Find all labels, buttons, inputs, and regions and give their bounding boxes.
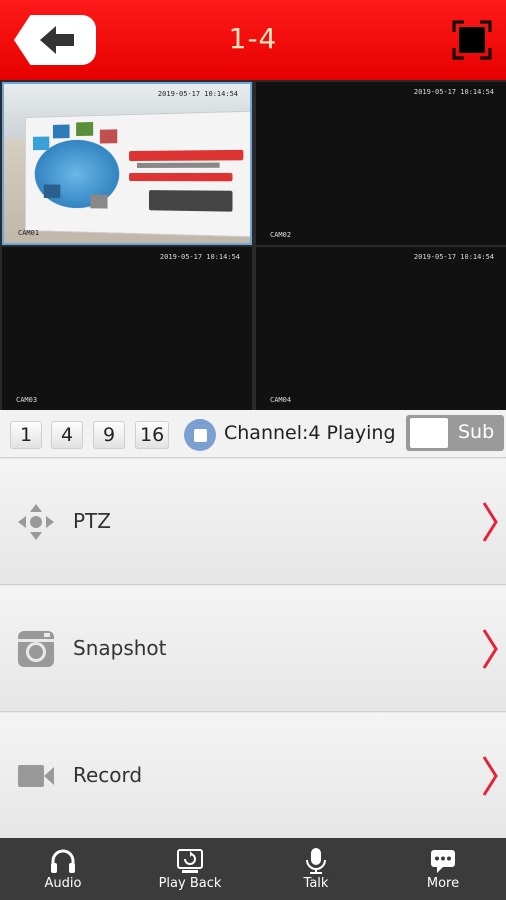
camera-name: CAM04 (270, 396, 292, 404)
ptz-directional-icon (18, 504, 54, 540)
camera-timestamp: 2019-05-17 10:14:54 (159, 253, 240, 261)
toggle-knob (410, 418, 448, 448)
tab-audio[interactable]: Audio (0, 838, 126, 900)
menu-item-label: PTZ (73, 509, 111, 533)
camera-timestamp: 2019-05-17 10:14:54 (413, 88, 494, 96)
chat-bubble-icon (431, 850, 455, 873)
chevron-right-icon (482, 629, 498, 669)
menu-item-snapshot[interactable]: Snapshot (0, 586, 506, 712)
chevron-right-icon (482, 756, 498, 796)
headphones-icon (51, 849, 75, 873)
tab-label: Play Back (158, 876, 222, 891)
video-camera-icon (18, 765, 54, 787)
header-bar: 1-4 (0, 0, 506, 80)
tab-label: Audio (44, 876, 82, 891)
camera-name: CAM02 (270, 231, 292, 239)
video-cell-3[interactable]: 2019-05-17 10:14:54 CAM03 (2, 247, 252, 410)
tab-playback[interactable]: Play Back (127, 838, 253, 900)
camera-name: CAM01 (18, 229, 40, 237)
tab-talk[interactable]: Talk (253, 838, 379, 900)
layout-16-button[interactable]: 16 (135, 421, 170, 449)
camera-timestamp: 2019-05-17 10:14:54 (413, 253, 494, 261)
video-grid: 2019-05-17 10:14:54 CAM01 2019-05-17 10:… (0, 80, 506, 410)
bottom-tab-bar: Audio Play Back Talk More (0, 838, 506, 900)
channel-status: Channel:4 Playing (224, 422, 396, 444)
camera-icon (18, 631, 54, 667)
layout-1-button[interactable]: 1 (10, 421, 42, 449)
chevron-right-icon (482, 502, 498, 542)
layout-4-button[interactable]: 4 (51, 421, 83, 449)
tab-more[interactable]: More (380, 838, 506, 900)
stop-icon[interactable] (184, 419, 216, 451)
menu-item-record[interactable]: Record (0, 713, 506, 839)
page-title: 1-4 (228, 22, 278, 55)
stream-toggle[interactable]: Sub (406, 415, 504, 451)
layout-9-button[interactable]: 9 (93, 421, 125, 449)
camera-timestamp: 2019-05-17 10:14:54 (157, 90, 238, 98)
microphone-icon (306, 848, 326, 874)
video-cell-1[interactable]: 2019-05-17 10:14:54 CAM01 (2, 82, 252, 245)
camera-name: CAM03 (16, 396, 38, 404)
playback-icon (177, 849, 203, 873)
tab-label: More (426, 876, 460, 891)
stream-toggle-label: Sub (458, 421, 495, 443)
menu-item-ptz[interactable]: PTZ (0, 459, 506, 585)
fullscreen-icon[interactable] (452, 20, 492, 60)
video-cell-2[interactable]: 2019-05-17 10:14:54 CAM02 (256, 82, 506, 245)
tab-label: Talk (303, 876, 329, 891)
menu-item-label: Snapshot (73, 636, 167, 660)
video-cell-4[interactable]: 2019-05-17 10:14:54 CAM04 (256, 247, 506, 410)
menu-item-label: Record (73, 763, 143, 787)
camera-feed-poster (24, 110, 250, 238)
